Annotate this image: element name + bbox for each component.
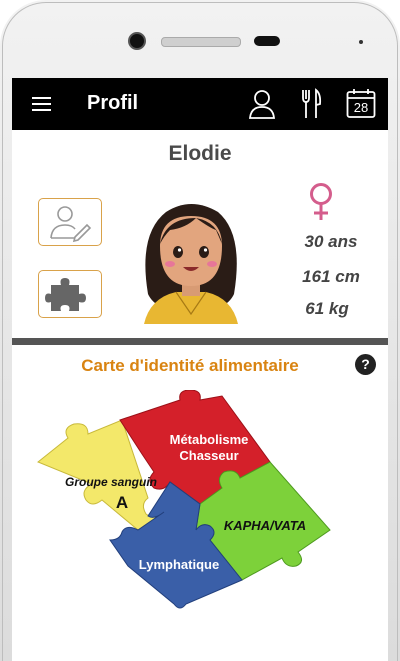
phone-frame: Profil 28 Elodie 30 ans 161 cm 61 kg Car… <box>0 0 400 661</box>
blood-group-value: A <box>115 493 129 512</box>
dosha-label: KAPHA/VATA <box>223 518 307 533</box>
metabolism-line1: Métabolisme <box>169 432 249 447</box>
sensor-dot <box>359 40 363 44</box>
profile-name: Elodie <box>168 142 232 165</box>
calendar-icon[interactable]: 28 <box>346 87 376 119</box>
app-screen: Profil 28 Elodie 30 ans 161 cm 61 kg Car… <box>12 78 388 661</box>
lymph-label: Lymphatique <box>138 557 220 572</box>
menu-icon[interactable] <box>32 97 51 111</box>
weight-value: 61 kg <box>305 299 349 318</box>
cutlery-icon[interactable] <box>299 88 323 120</box>
user-outline-icon[interactable] <box>248 88 276 120</box>
page-title: Profil <box>87 92 139 114</box>
female-icon <box>310 183 332 220</box>
help-icon[interactable]: ? <box>355 354 376 375</box>
food-identity-puzzle: Groupe sanguin A Métabolisme Chasseur KA… <box>30 390 342 612</box>
edit-profile-icon <box>50 206 92 243</box>
edit-profile-button[interactable] <box>38 198 102 246</box>
age-value: 30 ans <box>304 232 358 251</box>
metabolism-line2: Chasseur <box>179 448 239 463</box>
blood-group-label: Groupe sanguin <box>64 475 157 489</box>
calendar-day: 28 <box>353 100 369 115</box>
earpiece-speaker <box>161 37 241 47</box>
front-camera <box>128 32 146 50</box>
app-bar: Profil 28 <box>12 78 388 130</box>
height-value: 161 cm <box>302 267 360 286</box>
identity-card-title: Carte d'identité alimentaire <box>81 356 299 375</box>
avatar <box>144 204 238 324</box>
puzzle-icon <box>45 278 86 311</box>
proximity-sensor <box>254 36 280 46</box>
puzzle-button[interactable] <box>38 270 102 318</box>
section-divider <box>12 338 388 345</box>
